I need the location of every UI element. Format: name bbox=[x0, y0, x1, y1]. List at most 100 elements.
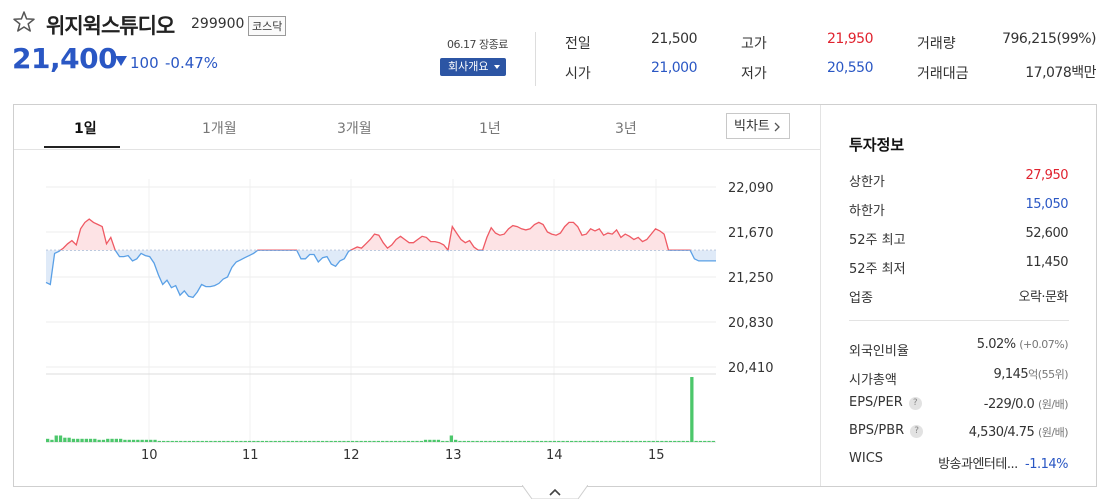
x-tick-label: 15 bbox=[648, 448, 665, 463]
volume-bar bbox=[681, 440, 685, 442]
volume-bar bbox=[350, 440, 355, 442]
market-cap-label: 시가총액 bbox=[849, 373, 897, 388]
52week-low-label: 52주 최저 bbox=[849, 262, 906, 277]
wics-sector[interactable]: 방송과엔터테... bbox=[938, 457, 1018, 472]
volume-bar bbox=[501, 440, 505, 442]
company-overview-button[interactable]: 회사개요 bbox=[440, 58, 506, 76]
wics-change-rate: -1.14% bbox=[1025, 457, 1069, 472]
volume-bar bbox=[101, 439, 106, 442]
x-tick-label: 11 bbox=[242, 448, 259, 463]
volume-bar bbox=[527, 440, 531, 442]
open-label: 시가 bbox=[565, 66, 591, 82]
volume-bar bbox=[402, 440, 406, 442]
volume-bar bbox=[522, 440, 526, 442]
investment-info-title: 투자정보 bbox=[849, 136, 905, 154]
volume-bar bbox=[157, 440, 161, 442]
volume-bar bbox=[411, 440, 415, 442]
tab-3month[interactable]: 3개월 bbox=[337, 118, 372, 138]
trade-amount-value: 17,078백만 bbox=[1025, 65, 1096, 81]
trade-amount-label: 거래대금 bbox=[917, 66, 969, 82]
volume-bar bbox=[685, 440, 690, 442]
tab-3year[interactable]: 3년 bbox=[615, 118, 637, 138]
bps-pbr: 4,530/4.75 bbox=[968, 425, 1035, 440]
volume-bar bbox=[376, 440, 380, 442]
volume-bar bbox=[454, 439, 458, 442]
volume-bar bbox=[256, 440, 260, 442]
volume-bar bbox=[548, 440, 552, 442]
volume-bar bbox=[308, 440, 312, 442]
volume-bar bbox=[552, 440, 557, 442]
wics-label: WICS bbox=[849, 451, 884, 466]
volume-bar bbox=[320, 440, 325, 442]
volume-bar bbox=[621, 440, 625, 442]
volume-bar bbox=[509, 440, 514, 442]
volume-bar bbox=[707, 440, 711, 442]
sector-value[interactable]: 오락·문화 bbox=[1019, 286, 1069, 305]
volume-bar bbox=[690, 377, 694, 442]
volume-bar bbox=[441, 440, 445, 442]
volume-bar bbox=[617, 440, 621, 442]
eps-per: -229/0.0 bbox=[983, 397, 1035, 412]
volume-bar bbox=[466, 440, 471, 442]
volume-bar bbox=[419, 440, 423, 442]
help-icon[interactable]: ? bbox=[908, 397, 922, 410]
foreign-ratio: 5.02% bbox=[976, 337, 1016, 352]
chevron-right-icon bbox=[774, 122, 780, 132]
investment-info: 투자정보 상한가 27,950 하한가 15,050 52주 최고 52,600… bbox=[821, 105, 1098, 486]
volume-bar bbox=[144, 439, 149, 442]
investment-info-separator bbox=[849, 320, 1069, 321]
volume-bar bbox=[230, 440, 234, 442]
volume-bar bbox=[192, 440, 196, 442]
market-badge: 코스닥 bbox=[248, 16, 287, 36]
volume-bar bbox=[591, 440, 595, 442]
low-value: 20,550 bbox=[827, 60, 874, 76]
volume-bar bbox=[200, 440, 204, 442]
tab-1day[interactable]: 1일 bbox=[74, 118, 97, 138]
chart-toggle-tab[interactable] bbox=[522, 485, 588, 499]
volume-bar bbox=[295, 440, 299, 442]
current-price: 21,400 bbox=[12, 42, 118, 75]
volume-bar bbox=[342, 440, 346, 442]
volume-bar bbox=[385, 440, 389, 442]
intraday-chart[interactable]: 22,090 21,670 21,250 20,830 20,410 10 11 12 13 14… bbox=[14, 150, 820, 486]
volume-bar bbox=[595, 440, 599, 442]
volume-bar bbox=[303, 440, 307, 442]
bps-pbr-label-text: BPS/PBR bbox=[849, 423, 905, 438]
low-label: 저가 bbox=[741, 66, 767, 82]
volume-bar bbox=[346, 440, 350, 442]
volume-bar bbox=[273, 440, 277, 442]
volume-bar bbox=[604, 440, 608, 442]
volume-bar bbox=[406, 440, 411, 442]
volume-bar bbox=[213, 440, 217, 442]
help-icon[interactable]: ? bbox=[910, 425, 924, 438]
market-cap-unit: 억 bbox=[1028, 368, 1038, 381]
bigchart-button[interactable]: 빅차트 bbox=[726, 113, 790, 139]
volume-bar bbox=[393, 440, 398, 442]
bps-pbr-unit: (원/배) bbox=[1037, 426, 1069, 439]
stock-header: 위지윅스튜디오 299900 코스닥 21,400 100 -0.47% 06.… bbox=[0, 0, 1111, 104]
tab-1year[interactable]: 1년 bbox=[479, 118, 501, 138]
volume-bar bbox=[711, 440, 715, 442]
y-tick-label: 21,250 bbox=[728, 271, 774, 286]
volume-bar bbox=[668, 440, 673, 442]
volume-bar bbox=[269, 440, 273, 442]
company-overview-label: 회사개요 bbox=[448, 61, 489, 73]
tab-1month[interactable]: 1개월 bbox=[202, 118, 237, 138]
favorite-star-icon[interactable] bbox=[12, 10, 36, 34]
volume-bar bbox=[67, 437, 71, 442]
eps-per-unit: (원/배) bbox=[1037, 398, 1069, 411]
eps-per-label-text: EPS/PER bbox=[849, 395, 903, 410]
volume-bar bbox=[677, 440, 681, 442]
upper-limit-label: 상한가 bbox=[849, 175, 885, 190]
volume-bar bbox=[209, 440, 213, 442]
volume-bar bbox=[153, 439, 157, 442]
volume-bar bbox=[535, 440, 539, 442]
volume-bar bbox=[587, 440, 591, 442]
volume-bar bbox=[106, 438, 110, 443]
volume-bar bbox=[389, 440, 393, 442]
price-change-rate: -0.47% bbox=[165, 54, 219, 72]
52week-high-value: 52,600 bbox=[1025, 226, 1069, 241]
eps-per-value: -229/0.0 (원/배) bbox=[983, 396, 1069, 412]
volume-bar bbox=[174, 440, 179, 442]
volume-bar bbox=[634, 440, 638, 442]
